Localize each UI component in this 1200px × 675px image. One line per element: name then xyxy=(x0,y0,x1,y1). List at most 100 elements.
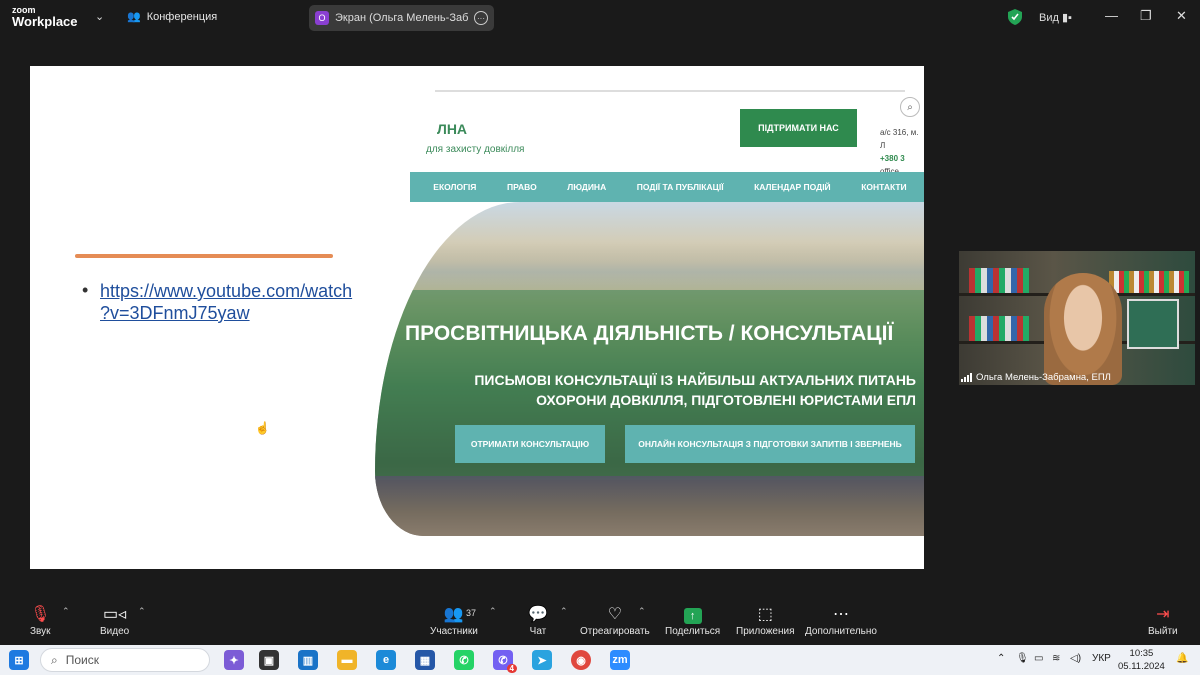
sharer-avatar-badge: О xyxy=(315,11,329,25)
react-label: Отреагировать xyxy=(580,626,650,637)
telegram-icon[interactable]: ➤ xyxy=(532,650,552,670)
viber-icon[interactable]: ✆ 4 xyxy=(493,650,517,673)
participants-icon: 👥 xyxy=(443,606,464,623)
zoom-logo: zoom Workplace xyxy=(12,6,78,29)
apps-icon: ⬚ xyxy=(757,606,773,623)
react-options-chevron-icon[interactable]: ⌃ xyxy=(638,606,646,617)
screen-share-label: Экран (Ольга Мелень-Забрамн xyxy=(335,12,468,24)
nav-item-contacts[interactable]: КОНТАКТИ xyxy=(861,182,906,192)
get-consultation-button[interactable]: ОТРИМАТИ КОНСУЛЬТАЦІЮ xyxy=(455,425,605,463)
video-button[interactable]: ▭◃ Видео xyxy=(100,604,129,637)
mouse-pointer-icon: ☝ xyxy=(255,421,270,435)
youtube-link[interactable]: https://www.youtube.com/watch ?v=3DFnmJ7… xyxy=(100,280,390,324)
tray-chevron-icon[interactable]: ⌃ xyxy=(997,653,1005,664)
system-clock[interactable]: 10:35 05.11.2024 xyxy=(1118,647,1165,673)
online-consultation-button[interactable]: ОНЛАЙН КОНСУЛЬТАЦІЯ З ПІДГОТОВКИ ЗАПИТІВ… xyxy=(625,425,915,463)
more-icon: ⋯ xyxy=(832,606,849,623)
chrome-icon[interactable]: ◉ xyxy=(571,650,591,670)
meeting-info-button[interactable]: 👥 Конференция xyxy=(127,10,218,24)
participant-name: Ольга Мелень-Забрамна, ЕПЛ xyxy=(976,372,1111,383)
orange-underline xyxy=(75,254,333,258)
nav-item-calendar[interactable]: КАЛЕНДАР ПОДІЙ xyxy=(754,182,831,192)
hero-rocks xyxy=(375,476,924,536)
search-icon[interactable]: ⌕ xyxy=(900,97,920,117)
contact-phone: +380 3 xyxy=(880,154,905,163)
widgets-icon[interactable]: ▥ xyxy=(298,650,318,670)
chat-button[interactable]: 💬 Чат xyxy=(528,604,548,637)
encryption-shield-icon[interactable] xyxy=(1008,9,1022,25)
site-brand-subtitle: для захисту довкілля xyxy=(426,144,525,155)
view-label: Вид xyxy=(1039,12,1059,24)
view-menu-button[interactable]: Вид ▮▪ xyxy=(1039,11,1072,24)
nav-item-law[interactable]: ПРАВО xyxy=(507,182,537,192)
taskbar-search[interactable]: ⌕ Поиск xyxy=(40,648,210,672)
more-options-icon[interactable]: ··· xyxy=(474,11,488,25)
site-nav: ЕКОЛОГІЯ ПРАВО ЛЮДИНА ПОДІЇ ТА ПУБЛІКАЦІ… xyxy=(410,172,924,202)
audio-button[interactable]: 🎙 Звук xyxy=(30,604,51,637)
chat-icon: 💬 xyxy=(528,606,548,623)
chevron-down-icon[interactable]: ⌄ xyxy=(95,10,104,23)
link-line-2: ?v=3DFnmJ75yaw xyxy=(100,303,250,323)
participants-count: 37 xyxy=(466,608,477,618)
contact-info: а/с 316, м. Л +380 3 office xyxy=(880,126,924,178)
hero-subtitle-line-2: ОХОРОНИ ДОВКІЛЛЯ, ПІДГОТОВЛЕНІ ЮРИСТАМИ … xyxy=(536,392,916,408)
muted-microphone-icon: 🎙 xyxy=(30,606,51,623)
shared-screen: • https://www.youtube.com/watch ?v=3DFnm… xyxy=(30,66,924,569)
share-screen-icon: ↑ xyxy=(683,604,702,626)
bullet-dot: • xyxy=(82,280,89,300)
clock-time: 10:35 xyxy=(1129,648,1154,659)
link-line-1: https://www.youtube.com/watch xyxy=(100,281,353,301)
search-placeholder: Поиск xyxy=(65,653,99,667)
apps-button[interactable]: ⬚ Приложения xyxy=(736,604,795,637)
screen-share-indicator[interactable]: О Экран (Ольга Мелень-Забрамн ··· xyxy=(309,5,494,31)
hero-subtitle-line-1: ПИСЬМОВІ КОНСУЛЬТАЦІЇ ІЗ НАЙБІЛЬШ АКТУАЛ… xyxy=(474,372,916,388)
file-explorer-icon[interactable]: ▬ xyxy=(337,650,357,670)
support-button[interactable]: ПІДТРИМАТИ НАС xyxy=(740,109,857,147)
microphone-icon[interactable]: 🎙 xyxy=(1016,653,1029,664)
apps-label: Приложения xyxy=(736,626,795,637)
clock-date: 05.11.2024 xyxy=(1118,661,1165,672)
chat-options-chevron-icon[interactable]: ⌃ xyxy=(560,606,568,617)
hero-banner: ПРОСВІТНИЦЬКА ДІЯЛЬНІСТЬ / КОНСУЛЬТАЦІЇ … xyxy=(375,202,924,536)
participants-options-chevron-icon[interactable]: ⌃ xyxy=(489,606,497,617)
windows-start-icon[interactable]: ⊞ xyxy=(9,650,29,670)
notifications-bell-icon[interactable]: 🔔 xyxy=(1176,653,1188,664)
battery-icon[interactable]: ▭ xyxy=(1034,653,1043,664)
more-label: Дополнительно xyxy=(805,626,877,637)
more-button[interactable]: ⋯ Дополнительно xyxy=(805,604,877,637)
viber-badge: 4 xyxy=(506,664,517,673)
participant-person xyxy=(1044,273,1122,385)
volume-icon[interactable]: ◁) xyxy=(1070,653,1081,664)
organization-banner xyxy=(1127,299,1179,349)
heart-icon: ♡ xyxy=(607,606,623,623)
participants-label: Участники xyxy=(430,626,478,637)
leave-label: Выйти xyxy=(1148,626,1178,637)
books xyxy=(969,316,1029,341)
leave-button[interactable]: ⇥ Выйти xyxy=(1148,604,1178,637)
hero-title: ПРОСВІТНИЦЬКА ДІЯЛЬНІСТЬ / КОНСУЛЬТАЦІЇ xyxy=(405,322,894,345)
audio-options-chevron-icon[interactable]: ⌃ xyxy=(62,606,70,617)
nav-item-events[interactable]: ПОДІЇ ТА ПУБЛІКАЦІЇ xyxy=(637,182,724,192)
participant-name-label: Ольга Мелень-Забрамна, ЕПЛ xyxy=(961,372,1111,383)
zoom-title-bar: zoom Workplace ⌄ 👥 Конференция О Экран (… xyxy=(0,0,1200,36)
store-icon[interactable]: ▦ xyxy=(415,650,435,670)
books xyxy=(969,268,1029,293)
hero-subtitle: ПИСЬМОВІ КОНСУЛЬТАЦІЇ ІЗ НАЙБІЛЬШ АКТУАЛ… xyxy=(474,370,916,410)
restore-icon[interactable]: ❐ xyxy=(1140,8,1152,24)
nav-item-ecology[interactable]: ЕКОЛОГІЯ xyxy=(433,182,476,192)
video-options-chevron-icon[interactable]: ⌃ xyxy=(138,606,146,617)
meeting-label: Конференция xyxy=(146,10,218,23)
participant-video[interactable] xyxy=(959,251,1195,385)
minimize-icon[interactable]: — xyxy=(1105,8,1118,23)
zoom-taskbar-icon[interactable]: zm xyxy=(610,650,630,670)
wifi-icon[interactable]: ≋ xyxy=(1052,653,1060,664)
task-view-icon[interactable]: ▣ xyxy=(259,650,279,670)
edge-icon[interactable]: e xyxy=(376,650,396,670)
share-screen-button[interactable]: ↑ Поделиться xyxy=(665,604,720,637)
language-indicator[interactable]: УКР xyxy=(1092,653,1111,664)
whatsapp-icon[interactable]: ✆ xyxy=(454,650,474,670)
website-screenshot: ЛНА для захисту довкілля ПІДТРИМАТИ НАС … xyxy=(367,66,924,569)
copilot-icon[interactable]: ✦ xyxy=(224,650,244,670)
nav-item-human[interactable]: ЛЮДИНА xyxy=(567,182,606,192)
close-icon[interactable]: ✕ xyxy=(1176,8,1187,24)
